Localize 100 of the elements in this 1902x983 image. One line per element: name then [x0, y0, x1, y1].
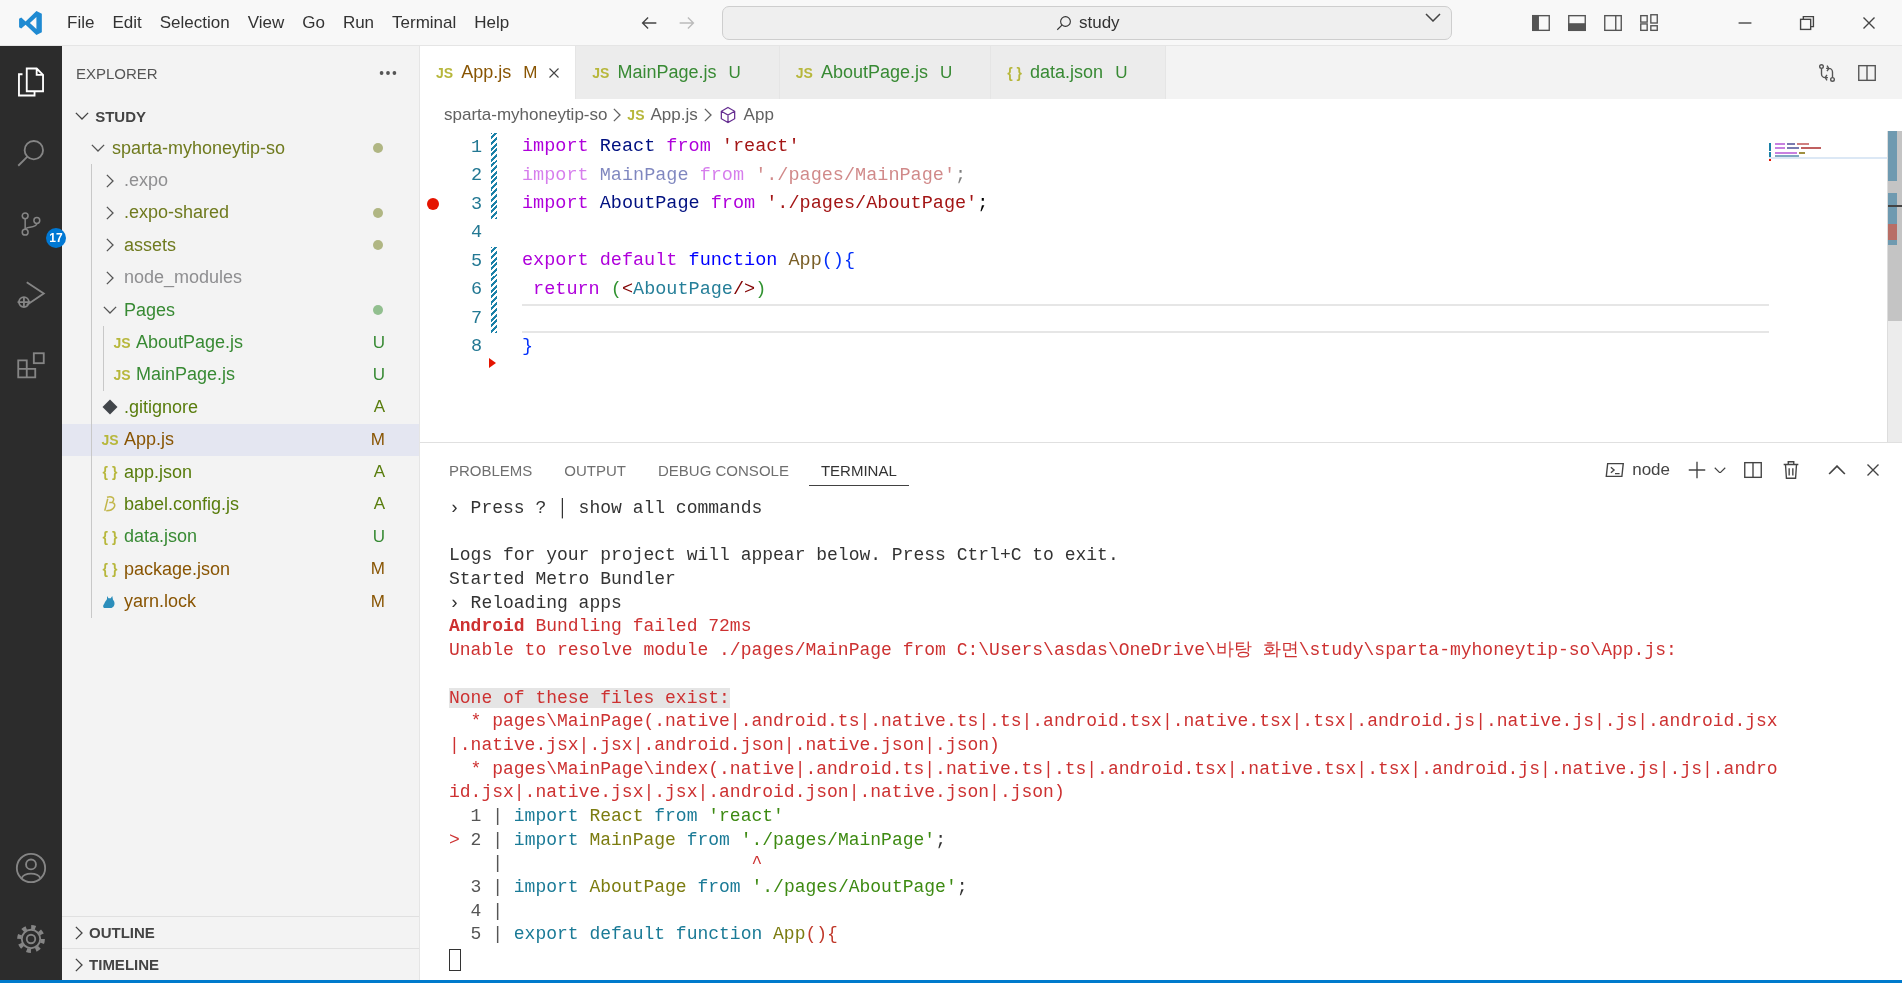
diamond-icon [101, 398, 119, 417]
code-line: return (<AboutPage/>) [532, 277, 768, 302]
tree-item[interactable]: node_modules [62, 261, 419, 294]
panel-tab[interactable]: OUTPUT [552, 454, 639, 486]
account-icon[interactable] [14, 850, 48, 885]
git-status: U [372, 526, 385, 547]
chevron-right-icon [106, 238, 114, 253]
menu-item[interactable]: File [58, 8, 104, 37]
tree-item[interactable]: { } app.json A [62, 455, 419, 489]
panel-tab[interactable]: DEBUG CONSOLE [646, 454, 801, 486]
plus-icon[interactable] [1686, 459, 1708, 481]
terminal-line: | ^ [491, 852, 763, 876]
editor-tab[interactable]: JS MainPage.js U [576, 46, 780, 99]
compare-changes-icon[interactable] [1816, 61, 1838, 84]
terminal-line: Logs for your project will appear below. Press Ctrl+C to exit. [449, 544, 1119, 568]
line-number: 4 [469, 222, 482, 244]
line-number: 7 [469, 307, 482, 329]
file-type-icon: JS [627, 107, 645, 123]
tree-item[interactable]: { } data.json U [62, 520, 419, 554]
git-status: A [373, 397, 385, 418]
breadcrumb-item[interactable]: sparta-myhoneytip-so [444, 105, 608, 125]
terminal-line: › Press ? │ show all commands [449, 497, 763, 521]
terminal-selector[interactable]: node [1604, 459, 1670, 481]
terminal-line: 3 | import AboutPage from './pages/AboutPage'; [469, 876, 968, 899]
terminal-line: * pages\MainPage\index(.native|.android.ts|.native.ts|.ts|.android.tsx|.native.tsx|.tsx|.android.js|.native.js|.js|.andro [469, 757, 1778, 781]
file-type-icon: { } [1007, 64, 1023, 81]
terminal-line: 1 | import React from 'react' [469, 804, 784, 828]
menu-item[interactable]: Selection [150, 8, 239, 37]
file-type-icon: { } [102, 464, 118, 481]
tree-item[interactable]: yarn.lock M [62, 585, 419, 618]
terminal-line: 5 | export default function App(){ [469, 923, 838, 947]
tree-item[interactable]: JS App.js M [62, 423, 419, 456]
panel-tab[interactable]: TERMINAL [808, 454, 909, 486]
menu-item[interactable]: Help [465, 8, 519, 37]
file-type-icon: JS [113, 334, 131, 351]
terminal-line: › Reloading apps [449, 591, 622, 615]
tree-item[interactable]: { } package.json M [62, 553, 419, 586]
code-line: export default function App(){ [522, 249, 857, 273]
line-number: 3 [469, 193, 482, 215]
file-type-icon: { } [102, 528, 118, 545]
tree-item[interactable]: JS AboutPage.js U [62, 326, 419, 359]
terminal-line: Android Bundling failed 72ms [449, 615, 752, 639]
section-header[interactable]: OUTLINE [62, 916, 419, 948]
editor-tab[interactable]: { } data.json U [991, 46, 1167, 99]
tree-item[interactable]: Pages [62, 293, 419, 327]
terminal-cursor [449, 949, 461, 972]
split-icon[interactable] [1742, 459, 1764, 481]
git-status: U [372, 332, 385, 353]
chevron-right-icon [75, 957, 83, 972]
tree-item[interactable]: .expo-shared [62, 196, 419, 230]
breadcrumb-item[interactable]: App.js [650, 105, 698, 125]
file-type-icon: JS [436, 64, 454, 81]
tree-item[interactable]: babel.config.js A [62, 488, 419, 521]
git-status: A [373, 494, 385, 515]
git-status: U [728, 62, 741, 83]
line-number: 2 [469, 165, 482, 187]
tree-item[interactable]: sparta-myhoneytip-so [62, 132, 419, 165]
scrollbar[interactable] [1887, 131, 1902, 442]
menu-item[interactable]: Edit [103, 8, 151, 37]
tree-item[interactable]: JS MainPage.js U [62, 358, 419, 392]
git-status: M [523, 62, 538, 83]
editor-tab[interactable]: JS App.js M [420, 46, 577, 99]
terminal-line: id.jsx|.native.jsx|.jsx|.android.json|.native.json|.json) [449, 781, 1065, 805]
panel-tab[interactable]: PROBLEMS [437, 454, 545, 486]
chevron-down-icon [75, 112, 89, 120]
breakpoint-dot[interactable] [427, 198, 439, 211]
git-status: A [373, 462, 385, 483]
tree-item[interactable]: .gitignore A [62, 391, 419, 424]
app-logo [18, 9, 44, 36]
terminal-line: > 2 | import MainPage from './pages/MainPage'; [449, 828, 946, 852]
code-line: import React from 'react' [522, 135, 801, 159]
terminal-line: * pages\MainPage(.native|.android.ts|.native.ts|.ts|.android.tsx|.native.tsx|.tsx|.android.js|.native.js|.js|.android.jsx [469, 710, 1778, 734]
menu-item[interactable]: View [238, 8, 294, 37]
customize-layout-icon[interactable] [1638, 11, 1660, 34]
terminal-line: 4 | [469, 899, 503, 923]
chevron-right-icon [703, 108, 712, 122]
workspace-header[interactable]: STUDY [62, 100, 419, 132]
file-type-icon: JS [101, 431, 119, 448]
breadcrumb-item[interactable]: App [743, 105, 774, 125]
menu-item[interactable]: Terminal [383, 8, 466, 37]
chevron-down-icon[interactable] [1714, 466, 1726, 474]
editor-tab[interactable]: JS AboutPage.js U [779, 46, 992, 99]
file-type-icon: JS [113, 366, 131, 383]
menu-item[interactable]: Run [333, 8, 384, 37]
search-icon [1054, 13, 1073, 32]
line-number: 8 [469, 336, 482, 358]
file-type-icon: JS [592, 64, 610, 81]
search-field[interactable]: study [722, 5, 1453, 40]
line-number: 5 [469, 250, 482, 272]
chevron-up-icon[interactable] [1828, 464, 1846, 476]
menu-item[interactable]: Go [293, 8, 334, 37]
chevron-right-icon [106, 205, 114, 220]
file-type-icon: { } [102, 561, 118, 578]
line-number: 1 [469, 136, 482, 158]
chevron-down-icon [103, 306, 117, 315]
git-status: M [370, 559, 385, 580]
chevron-down-icon[interactable] [1425, 12, 1442, 22]
count-badge: 17 [46, 228, 66, 248]
chevron-right-icon [613, 108, 622, 122]
git-status: U [372, 364, 385, 385]
